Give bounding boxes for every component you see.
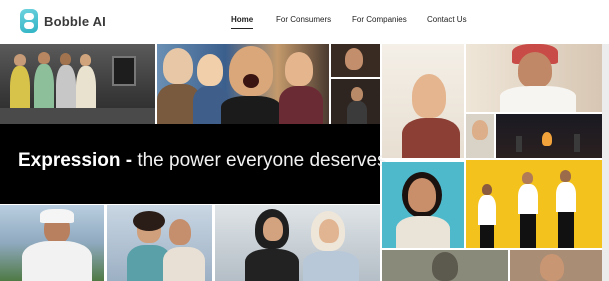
photo-bottom-right-a <box>382 250 508 281</box>
photo-group-dancing <box>0 44 155 124</box>
bobble-logo-icon <box>20 9 38 33</box>
headline-rest-text: the power everyone deserves <box>132 150 387 171</box>
brand-name: Bobble AI <box>44 13 106 29</box>
photo-man-on-phone <box>0 205 104 281</box>
photo-man-laughing <box>382 44 464 158</box>
photo-small-face <box>466 114 494 158</box>
brand-logo[interactable]: Bobble AI <box>20 9 106 33</box>
photo-bottom-right-b <box>510 250 602 281</box>
top-navigation-bar: Bobble AI Home For Consumers For Compani… <box>0 0 609 44</box>
photo-friends-selfie <box>157 44 329 124</box>
nav-link-home[interactable]: Home <box>231 15 254 29</box>
photo-woman-smiling <box>331 44 380 77</box>
page-scrollbar[interactable] <box>602 44 609 281</box>
nav-link-contact-us[interactable]: Contact Us <box>427 15 467 24</box>
hero-headline: Expression - the power everyone deserves <box>18 150 387 172</box>
headline-bold-text: Expression - <box>18 150 133 171</box>
photo-dancers-yellow <box>466 160 602 248</box>
photo-women-hijab <box>215 205 380 281</box>
photo-performer <box>331 79 380 124</box>
photo-night-campfire <box>496 114 602 158</box>
photo-woman-shush <box>382 162 464 248</box>
photo-man-keffiyeh <box>466 44 602 112</box>
photo-women-peace-sign <box>107 205 212 281</box>
nav-link-for-companies[interactable]: For Companies <box>352 15 407 24</box>
nav-link-for-consumers[interactable]: For Consumers <box>276 15 331 24</box>
